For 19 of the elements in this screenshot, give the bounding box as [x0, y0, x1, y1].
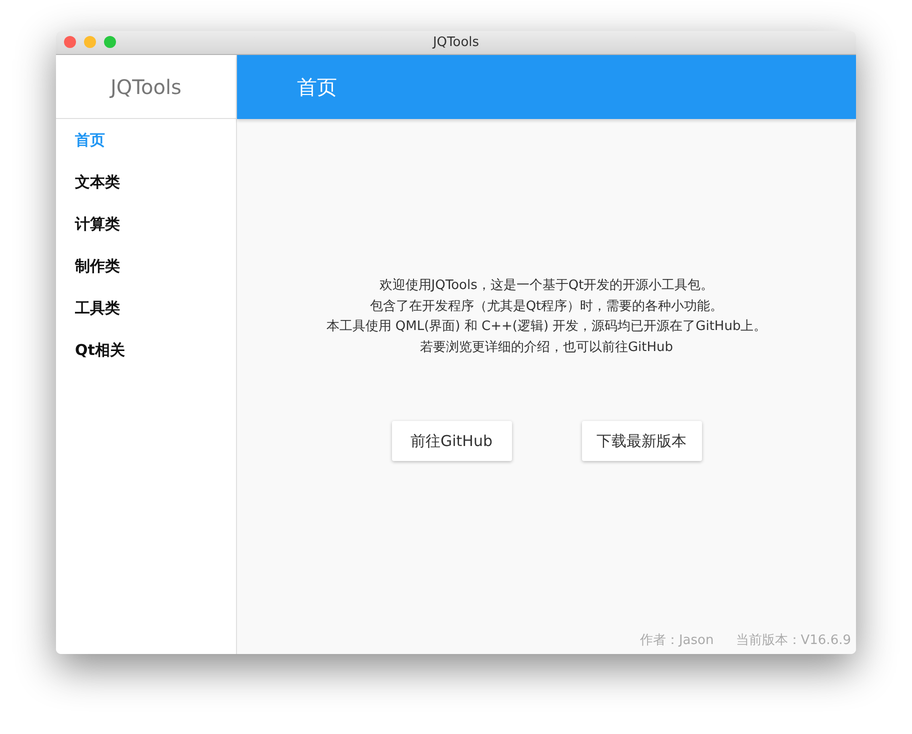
- app-name: JQTools: [110, 74, 182, 98]
- intro-text: 若要浏览更详细的介绍，也可以前往GitHub: [420, 338, 674, 356]
- download-button[interactable]: 下载最新版本: [582, 421, 702, 461]
- author-text: 作者：Jason: [640, 632, 714, 649]
- close-icon[interactable]: [64, 36, 76, 48]
- intro-text: 欢迎使用JQTools，这是一个基于Qt开发的开源小工具包。: [379, 277, 714, 295]
- sidebar-item[interactable]: 计算类: [56, 203, 236, 245]
- sidebar-item[interactable]: 制作类: [56, 245, 236, 287]
- sidebar-item[interactable]: 工具类: [56, 287, 236, 329]
- window-title: JQTools: [432, 35, 480, 50]
- zoom-icon[interactable]: [104, 36, 116, 48]
- page-title: 首页: [297, 74, 337, 100]
- minimize-icon[interactable]: [84, 36, 96, 48]
- intro-text: 本工具使用 QML(界面) 和 C++(逻辑) 开发，源码均已开源在了GitHub上。: [326, 318, 767, 336]
- sidebar-item[interactable]: Qt相关: [56, 329, 236, 371]
- intro-text: 包含了在开发程序（尤其是Qt程序）时，需要的各种小功能。: [370, 298, 724, 316]
- github-button[interactable]: 前往GitHub: [392, 421, 512, 461]
- sidebar-item[interactable]: 文本类: [56, 161, 236, 203]
- version-text: 当前版本：V16.6.9: [736, 632, 851, 649]
